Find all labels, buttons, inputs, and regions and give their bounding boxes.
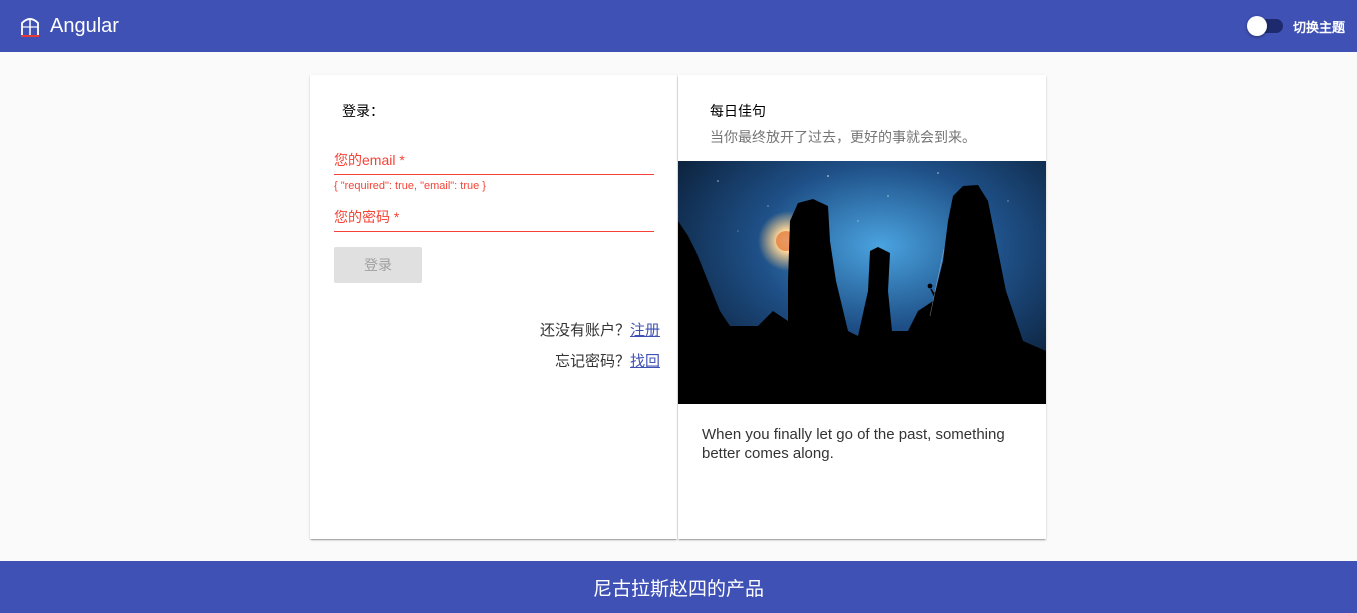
email-label[interactable]: 您的email * [334, 150, 654, 170]
email-underline [334, 174, 654, 175]
theme-toggle-label[interactable]: 切换主题 [1293, 17, 1345, 36]
quote-chinese: 当你最终放开了过去，更好的事就会到来。 [710, 129, 976, 145]
login-title: 登录： [342, 103, 384, 119]
forgot-password-text: 忘记密码？ [554, 353, 630, 370]
night-climber-image [678, 161, 1046, 404]
email-field[interactable]: 您的email * { "required": true, "email": t… [334, 150, 654, 192]
password-underline [334, 231, 654, 232]
register-link[interactable]: 注册 [630, 322, 660, 339]
quote-heading: 每日佳句 [710, 103, 766, 119]
footer-text: 尼古拉斯赵四的产品 [592, 578, 764, 600]
register-row: 还没有账户？注册 [540, 319, 660, 340]
login-card: 登录： 您的email * { "required": true, "email… [310, 75, 677, 539]
password-field[interactable]: 您的密码 * [334, 207, 654, 232]
angular-logo-icon[interactable] [20, 15, 40, 37]
top-toolbar: Angular 切换主题 [0, 0, 1357, 52]
quote-english: When you finally let go of the past, som… [702, 426, 1005, 462]
password-label[interactable]: 您的密码 * [334, 207, 654, 227]
toggle-thumb[interactable] [1246, 16, 1267, 36]
email-error: { "required": true, "email": true } [334, 180, 486, 192]
app-title[interactable]: Angular [50, 15, 119, 38]
page-footer: 尼古拉斯赵四的产品 [0, 561, 1357, 613]
theme-toggle[interactable]: 切换主题 [1246, 16, 1345, 36]
forgot-row: 忘记密码？找回 [555, 350, 660, 371]
recover-link[interactable]: 找回 [630, 353, 660, 370]
quote-card: 每日佳句 当你最终放开了过去，更好的事就会到来。 When you finall… [678, 75, 1046, 539]
login-button[interactable]: 登录 [334, 247, 422, 283]
toggle-switch[interactable] [1246, 16, 1283, 36]
no-account-text: 还没有账户？ [539, 322, 630, 339]
